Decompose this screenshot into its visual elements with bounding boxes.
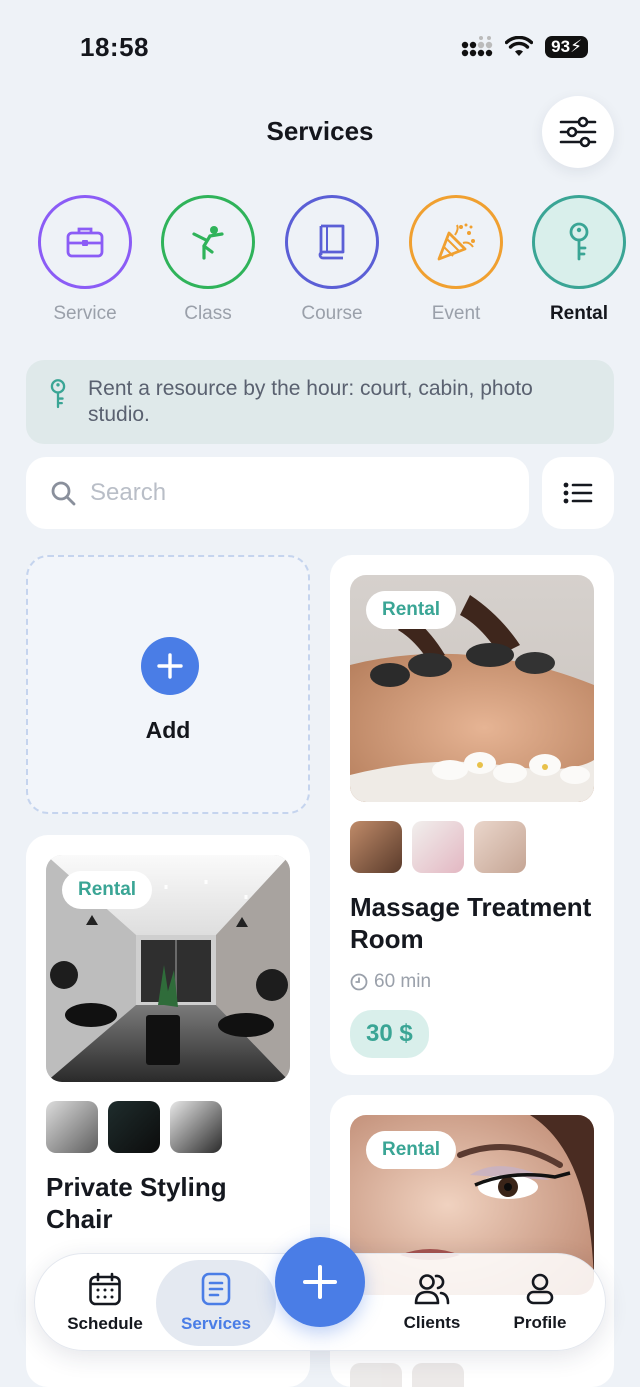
nav-label: Schedule xyxy=(67,1314,143,1333)
key-icon xyxy=(50,379,66,409)
status-icons: 93⚡ xyxy=(461,36,588,58)
party-popper-icon xyxy=(437,223,475,261)
rental-badge: Rental xyxy=(366,1131,457,1169)
battery-indicator: 93⚡ xyxy=(545,36,588,58)
duration-text: 60 min xyxy=(374,971,432,992)
status-bar: 18:58 93⚡ xyxy=(0,0,640,90)
category-class[interactable]: Class xyxy=(153,195,263,325)
service-title: Private Styling Chair xyxy=(46,1172,227,1234)
search-icon xyxy=(51,481,76,506)
add-button[interactable] xyxy=(141,637,199,695)
rental-badge: Rental xyxy=(366,591,457,629)
category-ring xyxy=(38,195,132,289)
clock-icon xyxy=(350,973,368,991)
thumbnail[interactable] xyxy=(108,1101,160,1153)
service-photo: Rental xyxy=(46,855,290,1082)
service-photo: Rental xyxy=(350,575,594,802)
key-icon xyxy=(569,222,589,261)
filter-button[interactable] xyxy=(542,96,614,168)
category-label: Service xyxy=(53,303,117,324)
create-button[interactable] xyxy=(275,1237,365,1327)
category-label: Course xyxy=(301,303,363,324)
nav-clients[interactable]: Clients xyxy=(387,1260,477,1346)
sliders-icon xyxy=(559,116,597,148)
thumbnail[interactable] xyxy=(46,1101,98,1153)
nav-profile[interactable]: Profile xyxy=(497,1260,583,1346)
cellular-signal-icon xyxy=(461,36,493,57)
info-banner: Rent a resource by the hour: court, cabi… xyxy=(26,360,614,444)
nav-schedule[interactable]: Schedule xyxy=(55,1260,155,1346)
category-ring xyxy=(161,195,255,289)
thumbnail xyxy=(412,1363,464,1387)
price-badge: 30 $ xyxy=(350,1010,429,1058)
thumbnail-strip xyxy=(46,1101,222,1153)
stretch-figure-icon xyxy=(192,226,224,260)
battery-level: 93 xyxy=(551,37,571,56)
document-icon xyxy=(201,1272,231,1306)
search-input[interactable] xyxy=(90,479,470,507)
duration: 60 min xyxy=(350,971,431,993)
thumbnail[interactable] xyxy=(412,821,464,873)
category-service[interactable]: Service xyxy=(30,195,140,325)
nav-label: Clients xyxy=(403,1313,461,1332)
thumbnail xyxy=(350,1363,402,1387)
plus-icon xyxy=(157,653,183,679)
nav-label: Profile xyxy=(513,1313,567,1332)
list-view-button[interactable] xyxy=(542,457,614,529)
add-service-card[interactable]: Add xyxy=(26,555,310,814)
category-ring xyxy=(532,195,626,289)
rental-badge: Rental xyxy=(62,871,153,909)
list-icon xyxy=(563,482,593,504)
category-event[interactable]: Event xyxy=(401,195,511,325)
category-rental[interactable]: Rental xyxy=(524,195,634,325)
category-ring xyxy=(409,195,503,289)
wifi-icon xyxy=(505,36,534,56)
thumbnail[interactable] xyxy=(170,1101,222,1153)
nav-label: Services xyxy=(181,1314,251,1333)
users-icon xyxy=(414,1274,450,1305)
add-label: Add xyxy=(145,717,191,743)
service-title: Massage Treatment Room xyxy=(350,892,592,954)
user-icon xyxy=(526,1273,554,1305)
category-selector: Service Class Course Event Rental xyxy=(0,195,640,335)
thumbnail[interactable] xyxy=(350,821,402,873)
category-label: Class xyxy=(184,303,232,324)
calendar-icon xyxy=(89,1272,121,1306)
category-ring xyxy=(285,195,379,289)
service-card[interactable]: Rental Massage Treatment Room 60 min 30 … xyxy=(330,555,614,1075)
status-time: 18:58 xyxy=(80,32,149,62)
info-text: Rent a resource by the hour: court, cabi… xyxy=(88,377,533,426)
category-label: Rental xyxy=(549,303,609,324)
nav-services[interactable]: Services xyxy=(156,1260,276,1346)
book-icon xyxy=(318,224,345,260)
thumbnail[interactable] xyxy=(474,821,526,873)
category-label: Event xyxy=(431,303,481,324)
category-course[interactable]: Course xyxy=(277,195,387,325)
thumbnail-strip xyxy=(350,1363,464,1387)
thumbnail-strip xyxy=(350,821,526,873)
search-bar[interactable] xyxy=(26,457,529,529)
plus-icon xyxy=(303,1265,337,1299)
briefcase-icon xyxy=(66,227,104,258)
charging-icon: ⚡ xyxy=(570,37,582,56)
